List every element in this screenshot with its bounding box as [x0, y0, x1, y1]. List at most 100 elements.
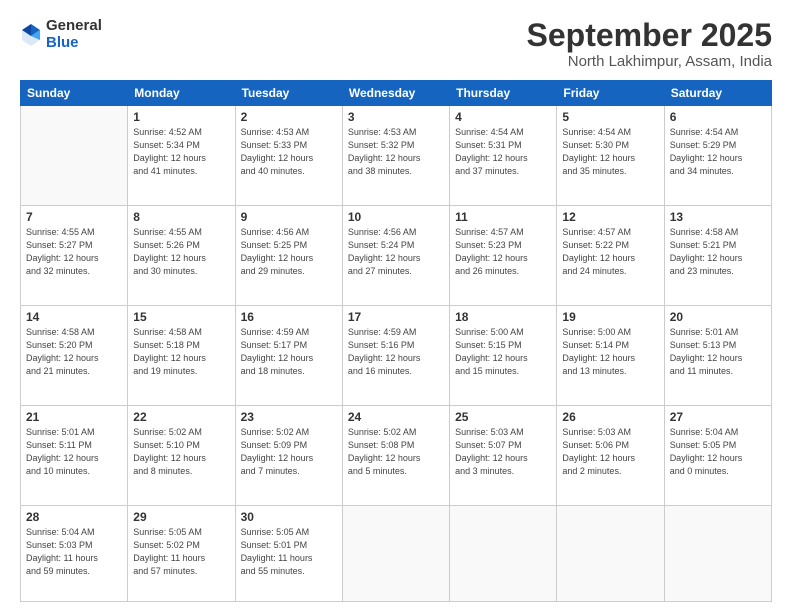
day-number: 23 — [241, 410, 337, 424]
day-info: Sunrise: 5:02 AMSunset: 5:09 PMDaylight:… — [241, 426, 337, 478]
day-info: Sunrise: 5:02 AMSunset: 5:10 PMDaylight:… — [133, 426, 229, 478]
day-info: Sunrise: 4:53 AMSunset: 5:33 PMDaylight:… — [241, 126, 337, 178]
calendar-row-4: 21 Sunrise: 5:01 AMSunset: 5:11 PMDayligh… — [21, 405, 772, 505]
day-number: 13 — [670, 210, 766, 224]
calendar-cell: 21 Sunrise: 5:01 AMSunset: 5:11 PMDayligh… — [21, 405, 128, 505]
day-info: Sunrise: 4:54 AMSunset: 5:29 PMDaylight:… — [670, 126, 766, 178]
logo-icon — [20, 22, 42, 48]
day-number: 9 — [241, 210, 337, 224]
day-info: Sunrise: 4:58 AMSunset: 5:18 PMDaylight:… — [133, 326, 229, 378]
calendar-table: SundayMondayTuesdayWednesdayThursdayFrid… — [20, 80, 772, 602]
day-number: 25 — [455, 410, 551, 424]
calendar-cell: 30Sunrise: 5:05 AMSunset: 5:01 PMDayligh… — [235, 505, 342, 601]
day-number: 29 — [133, 510, 229, 524]
day-info: Sunrise: 4:53 AMSunset: 5:32 PMDaylight:… — [348, 126, 444, 178]
day-info: Sunrise: 5:04 AMSunset: 5:03 PMDaylight:… — [26, 526, 122, 578]
day-info: Sunrise: 4:59 AMSunset: 5:17 PMDaylight:… — [241, 326, 337, 378]
calendar-row-1: 1 Sunrise: 4:52 AMSunset: 5:34 PMDaylight… — [21, 106, 772, 206]
logo-blue-text: Blue — [46, 35, 102, 52]
calendar-row-2: 7 Sunrise: 4:55 AMSunset: 5:27 PMDaylight… — [21, 206, 772, 306]
col-header-sunday: Sunday — [21, 81, 128, 106]
day-info: Sunrise: 5:05 AMSunset: 5:02 PMDaylight:… — [133, 526, 229, 578]
day-info: Sunrise: 5:03 AMSunset: 5:06 PMDaylight:… — [562, 426, 658, 478]
calendar-cell: 14 Sunrise: 4:58 AMSunset: 5:20 PMDayligh… — [21, 305, 128, 405]
calendar-cell — [664, 505, 771, 601]
calendar-cell: 12Sunrise: 4:57 AMSunset: 5:22 PMDayligh… — [557, 206, 664, 306]
day-info: Sunrise: 5:00 AMSunset: 5:14 PMDaylight:… — [562, 326, 658, 378]
calendar-cell: 22 Sunrise: 5:02 AMSunset: 5:10 PMDayligh… — [128, 405, 235, 505]
calendar-header-row: SundayMondayTuesdayWednesdayThursdayFrid… — [21, 81, 772, 106]
logo-general-text: General — [46, 18, 102, 35]
day-number: 8 — [133, 210, 229, 224]
day-number: 4 — [455, 110, 551, 124]
day-info: Sunrise: 4:55 AMSunset: 5:27 PMDaylight:… — [26, 226, 122, 278]
calendar-cell: 26 Sunrise: 5:03 AMSunset: 5:06 PMDayligh… — [557, 405, 664, 505]
day-info: Sunrise: 5:01 AMSunset: 5:11 PMDaylight:… — [26, 426, 122, 478]
day-number: 6 — [670, 110, 766, 124]
day-number: 26 — [562, 410, 658, 424]
day-number: 21 — [26, 410, 122, 424]
location-subtitle: North Lakhimpur, Assam, India — [527, 53, 772, 70]
calendar-cell: 11Sunrise: 4:57 AMSunset: 5:23 PMDayligh… — [450, 206, 557, 306]
header: General Blue September 2025 North Lakhim… — [20, 18, 772, 70]
day-info: Sunrise: 4:55 AMSunset: 5:26 PMDaylight:… — [133, 226, 229, 278]
day-number: 30 — [241, 510, 337, 524]
calendar-cell — [450, 505, 557, 601]
day-number: 12 — [562, 210, 658, 224]
calendar-cell: 18 Sunrise: 5:00 AMSunset: 5:15 PMDayligh… — [450, 305, 557, 405]
day-number: 22 — [133, 410, 229, 424]
day-number: 28 — [26, 510, 122, 524]
day-info: Sunrise: 4:57 AMSunset: 5:23 PMDaylight:… — [455, 226, 551, 278]
calendar-cell: 10Sunrise: 4:56 AMSunset: 5:24 PMDayligh… — [342, 206, 449, 306]
calendar-cell: 5 Sunrise: 4:54 AMSunset: 5:30 PMDaylight… — [557, 106, 664, 206]
day-info: Sunrise: 4:54 AMSunset: 5:30 PMDaylight:… — [562, 126, 658, 178]
day-info: Sunrise: 5:00 AMSunset: 5:15 PMDaylight:… — [455, 326, 551, 378]
day-number: 27 — [670, 410, 766, 424]
day-info: Sunrise: 4:59 AMSunset: 5:16 PMDaylight:… — [348, 326, 444, 378]
day-number: 5 — [562, 110, 658, 124]
calendar-cell: 20Sunrise: 5:01 AMSunset: 5:13 PMDayligh… — [664, 305, 771, 405]
day-number: 7 — [26, 210, 122, 224]
calendar-cell: 13 Sunrise: 4:58 AMSunset: 5:21 PMDayligh… — [664, 206, 771, 306]
calendar-cell — [342, 505, 449, 601]
calendar-cell: 4 Sunrise: 4:54 AMSunset: 5:31 PMDaylight… — [450, 106, 557, 206]
day-info: Sunrise: 5:01 AMSunset: 5:13 PMDaylight:… — [670, 326, 766, 378]
day-number: 24 — [348, 410, 444, 424]
day-info: Sunrise: 5:02 AMSunset: 5:08 PMDaylight:… — [348, 426, 444, 478]
logo-text: General Blue — [46, 18, 102, 51]
day-number: 17 — [348, 310, 444, 324]
calendar-cell: 19Sunrise: 5:00 AMSunset: 5:14 PMDayligh… — [557, 305, 664, 405]
page: General Blue September 2025 North Lakhim… — [0, 0, 792, 612]
month-title: September 2025 — [527, 18, 772, 53]
day-info: Sunrise: 4:52 AMSunset: 5:34 PMDaylight:… — [133, 126, 229, 178]
col-header-friday: Friday — [557, 81, 664, 106]
calendar-cell: 1 Sunrise: 4:52 AMSunset: 5:34 PMDaylight… — [128, 106, 235, 206]
calendar-cell: 17 Sunrise: 4:59 AMSunset: 5:16 PMDayligh… — [342, 305, 449, 405]
col-header-thursday: Thursday — [450, 81, 557, 106]
calendar-row-5: 28 Sunrise: 5:04 AMSunset: 5:03 PMDayligh… — [21, 505, 772, 601]
day-number: 16 — [241, 310, 337, 324]
day-number: 3 — [348, 110, 444, 124]
calendar-cell: 2Sunrise: 4:53 AMSunset: 5:33 PMDaylight… — [235, 106, 342, 206]
calendar-cell — [557, 505, 664, 601]
title-block: September 2025 North Lakhimpur, Assam, I… — [527, 18, 772, 70]
calendar-cell: 24 Sunrise: 5:02 AMSunset: 5:08 PMDayligh… — [342, 405, 449, 505]
day-number: 1 — [133, 110, 229, 124]
col-header-saturday: Saturday — [664, 81, 771, 106]
calendar-cell: 29 Sunrise: 5:05 AMSunset: 5:02 PMDayligh… — [128, 505, 235, 601]
calendar-cell: 25Sunrise: 5:03 AMSunset: 5:07 PMDayligh… — [450, 405, 557, 505]
calendar-cell: 23 Sunrise: 5:02 AMSunset: 5:09 PMDayligh… — [235, 405, 342, 505]
calendar-cell: 28 Sunrise: 5:04 AMSunset: 5:03 PMDayligh… — [21, 505, 128, 601]
calendar-cell: 3 Sunrise: 4:53 AMSunset: 5:32 PMDaylight… — [342, 106, 449, 206]
day-info: Sunrise: 5:04 AMSunset: 5:05 PMDaylight:… — [670, 426, 766, 478]
day-number: 18 — [455, 310, 551, 324]
day-number: 14 — [26, 310, 122, 324]
calendar-cell: 8 Sunrise: 4:55 AMSunset: 5:26 PMDaylight… — [128, 206, 235, 306]
day-info: Sunrise: 4:58 AMSunset: 5:21 PMDaylight:… — [670, 226, 766, 278]
calendar-cell: 15Sunrise: 4:58 AMSunset: 5:18 PMDayligh… — [128, 305, 235, 405]
calendar-cell — [21, 106, 128, 206]
day-number: 10 — [348, 210, 444, 224]
day-info: Sunrise: 4:54 AMSunset: 5:31 PMDaylight:… — [455, 126, 551, 178]
logo: General Blue — [20, 18, 102, 51]
day-info: Sunrise: 4:58 AMSunset: 5:20 PMDaylight:… — [26, 326, 122, 378]
